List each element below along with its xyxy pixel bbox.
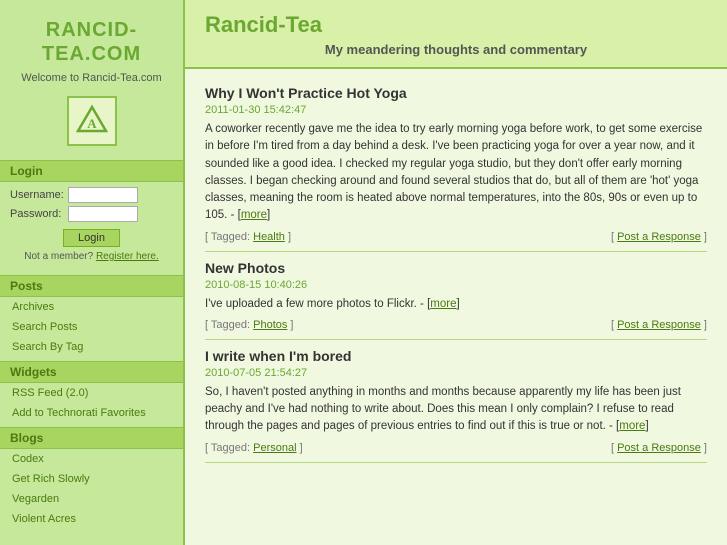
- main-header: Rancid-Tea My meandering thoughts and co…: [185, 0, 727, 69]
- post-more-link[interactable]: more: [619, 420, 645, 432]
- password-label: Password:: [10, 208, 68, 220]
- login-form: Username: Password: Login Not a member? …: [0, 182, 183, 271]
- post-response-link[interactable]: Post a Response: [617, 231, 701, 243]
- not-member-text: Not a member? Register here.: [10, 249, 173, 266]
- password-input[interactable]: [68, 206, 138, 222]
- login-button[interactable]: Login: [63, 229, 120, 247]
- post-body: I've uploaded a few more photos to Flick…: [205, 296, 707, 313]
- post-date: 2010-07-05 21:54:27: [205, 367, 707, 379]
- post-tag-link[interactable]: Health: [253, 231, 285, 243]
- sidebar-item-codex[interactable]: Codex: [0, 449, 183, 469]
- post-date: 2010-08-15 10:40:26: [205, 279, 707, 291]
- blogs-section-header: Blogs: [0, 427, 183, 449]
- register-link[interactable]: Register here.: [96, 251, 159, 262]
- sidebar-item-rss-feed[interactable]: RSS Feed (2.0): [0, 383, 183, 403]
- sidebar-item-violent-acres[interactable]: Violent Acres: [0, 509, 183, 529]
- sidebar-item-get-rich-slowly[interactable]: Get Rich Slowly: [0, 469, 183, 489]
- post-title: Why I Won't Practice Hot Yoga: [205, 85, 707, 101]
- post-item: New Photos 2010-08-15 10:40:26 I've uplo…: [205, 260, 707, 340]
- sidebar-item-technorati[interactable]: Add to Technorati Favorites: [0, 403, 183, 423]
- widgets-section-header: Widgets: [0, 361, 183, 383]
- post-body: So, I haven't posted anything in months …: [205, 384, 707, 436]
- logo-icon: A: [74, 103, 110, 139]
- post-tag: [ Tagged: Photos ]: [205, 319, 294, 331]
- sidebar-item-search-posts[interactable]: Search Posts: [0, 317, 183, 337]
- site-logo: A: [0, 90, 183, 156]
- login-section-header: Login: [0, 160, 183, 182]
- post-tag-link[interactable]: Photos: [253, 319, 287, 331]
- post-date: 2011-01-30 15:42:47: [205, 104, 707, 116]
- post-more-link[interactable]: more: [430, 298, 456, 310]
- post-response: [ Post a Response ]: [611, 319, 707, 331]
- post-item: I write when I'm bored 2010-07-05 21:54:…: [205, 348, 707, 463]
- post-response: [ Post a Response ]: [611, 231, 707, 243]
- logo-box: A: [67, 96, 117, 146]
- post-footer: [ Tagged: Health ] [ Post a Response ]: [205, 231, 707, 243]
- site-welcome: Welcome to Rancid-Tea.com: [0, 70, 183, 90]
- main-subtitle: My meandering thoughts and commentary: [205, 42, 707, 57]
- post-tag: [ Tagged: Health ]: [205, 231, 291, 243]
- username-input[interactable]: [68, 187, 138, 203]
- post-more-link[interactable]: more: [241, 209, 267, 221]
- post-response-link[interactable]: Post a Response: [617, 319, 701, 331]
- main-content: Why I Won't Practice Hot Yoga 2011-01-30…: [185, 69, 727, 479]
- svg-text:A: A: [87, 116, 97, 131]
- sidebar-item-archives[interactable]: Archives: [0, 297, 183, 317]
- sidebar-item-vegarden[interactable]: Vegarden: [0, 489, 183, 509]
- sidebar-item-search-by-tag[interactable]: Search By Tag: [0, 337, 183, 357]
- post-title: I write when I'm bored: [205, 348, 707, 364]
- post-footer: [ Tagged: Personal ] [ Post a Response ]: [205, 442, 707, 454]
- post-title: New Photos: [205, 260, 707, 276]
- main-title: Rancid-Tea: [205, 12, 707, 38]
- post-footer: [ Tagged: Photos ] [ Post a Response ]: [205, 319, 707, 331]
- username-label: Username:: [10, 189, 68, 201]
- posts-section-header: Posts: [0, 275, 183, 297]
- post-item: Why I Won't Practice Hot Yoga 2011-01-30…: [205, 85, 707, 252]
- post-response-link[interactable]: Post a Response: [617, 442, 701, 454]
- post-response: [ Post a Response ]: [611, 442, 707, 454]
- post-tag-link[interactable]: Personal: [253, 442, 296, 454]
- post-body: A coworker recently gave me the idea to …: [205, 121, 707, 225]
- site-title: Rancid- Tea.com: [0, 10, 183, 70]
- post-tag: [ Tagged: Personal ]: [205, 442, 303, 454]
